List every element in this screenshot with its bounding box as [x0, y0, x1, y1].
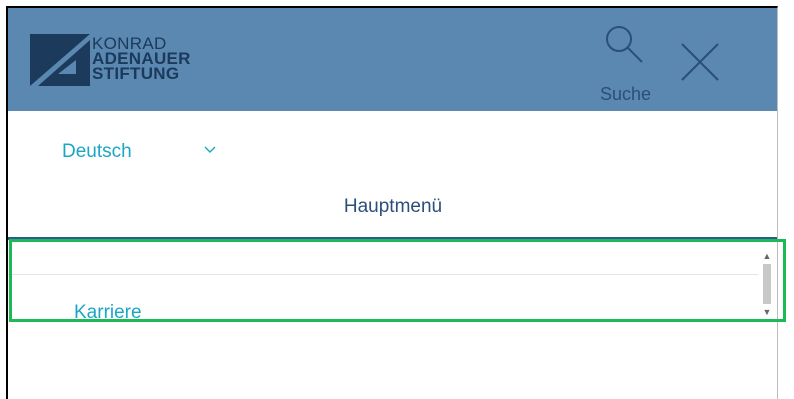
- header-bar: KONRAD ADENAUER STIFTUNG Suche: [8, 8, 777, 111]
- scroll-down-arrow-icon[interactable]: ▼: [760, 306, 774, 318]
- menu-list-scroll-area[interactable]: Karriere ▲ ▼: [8, 240, 777, 328]
- logo-line-3: STIFTUNG: [92, 64, 180, 83]
- search-icon: [606, 26, 643, 63]
- menu-item-karriere[interactable]: Karriere: [74, 302, 142, 324]
- close-icon: [681, 43, 719, 81]
- main-menu-title: Hauptmenü: [343, 196, 443, 217]
- scrollbar[interactable]: ▲ ▼: [760, 250, 774, 320]
- logo-wordmark: KONRAD ADENAUER STIFTUNG: [92, 35, 191, 83]
- scroll-up-arrow-icon[interactable]: ▲: [760, 250, 774, 262]
- list-separator: [8, 274, 758, 275]
- scrollbar-thumb[interactable]: [763, 264, 771, 304]
- close-button[interactable]: [678, 40, 722, 84]
- chevron-down-icon[interactable]: [204, 146, 216, 154]
- kas-logo-icon: [30, 34, 90, 86]
- search-button[interactable]: Suche: [596, 22, 666, 104]
- search-label: Suche: [600, 84, 652, 104]
- mobile-menu-panel: KONRAD ADENAUER STIFTUNG Suche Deutsch H…: [6, 6, 778, 399]
- language-selector[interactable]: Deutsch: [62, 141, 132, 163]
